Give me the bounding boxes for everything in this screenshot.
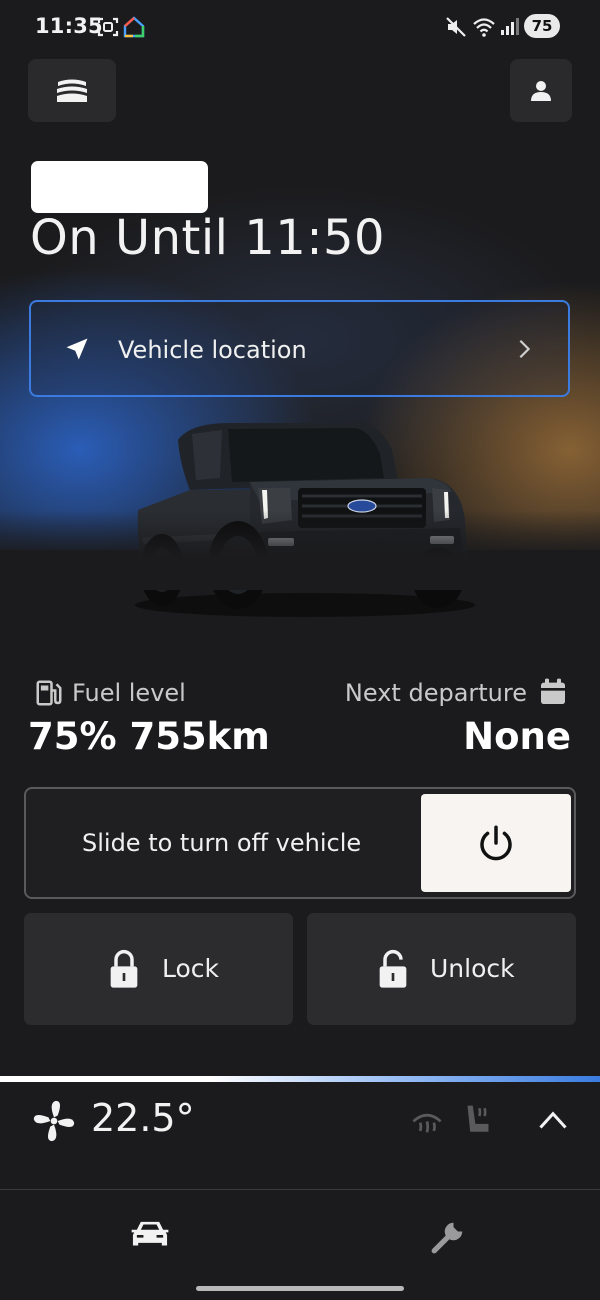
wifi-icon [473, 18, 495, 37]
defrost-icon[interactable] [410, 1105, 444, 1135]
wrench-icon [431, 1222, 463, 1254]
navigation-arrow-icon [66, 338, 88, 360]
next-departure-value: None [463, 715, 571, 758]
mute-icon [446, 17, 466, 37]
lock-icon [110, 950, 138, 988]
slide-to-turn-off[interactable]: Slide to turn off vehicle [24, 787, 576, 899]
climate-divider [0, 1076, 600, 1082]
fan-icon[interactable] [32, 1099, 76, 1143]
vehicle-status-headline: On Until 11:50 [30, 210, 386, 266]
lock-label: Lock [162, 954, 220, 983]
vehicle-location-label: Vehicle location [118, 336, 307, 364]
vehicle-menu-icon [57, 79, 87, 102]
lock-button[interactable]: Lock [24, 913, 293, 1025]
home-indicator [196, 1286, 404, 1291]
signal-icon [501, 18, 519, 35]
unlock-button[interactable]: Unlock [307, 913, 576, 1025]
nav-vehicle-tab[interactable] [110, 1200, 190, 1270]
vehicle-name-redacted [31, 161, 208, 213]
nav-service-tab[interactable] [410, 1200, 490, 1270]
screenshot-icon [97, 17, 119, 37]
fuel-pump-icon [36, 680, 62, 706]
cabin-temperature[interactable]: 22.5° [91, 1096, 195, 1140]
status-bar: 11:35 75 [0, 0, 600, 54]
slide-label: Slide to turn off vehicle [82, 829, 362, 857]
hero-fade [0, 510, 600, 590]
home-app-icon [123, 16, 145, 38]
chevron-right-icon [519, 339, 531, 359]
fuel-level-value: 75% 755km [28, 715, 270, 758]
status-time: 11:35 [35, 14, 103, 38]
chevron-up-icon[interactable] [538, 1110, 568, 1130]
vehicle-location-card[interactable]: Vehicle location [29, 300, 570, 397]
unlock-label: Unlock [430, 954, 515, 983]
unlock-icon [379, 950, 407, 988]
power-icon [480, 825, 512, 861]
fuel-level-label: Fuel level [72, 679, 186, 707]
person-icon [531, 80, 551, 101]
calendar-icon [541, 678, 565, 704]
battery-indicator: 75 [524, 14, 560, 38]
power-slider-handle[interactable] [421, 794, 571, 892]
bottom-divider [0, 1189, 600, 1190]
vehicle-menu-button[interactable] [28, 59, 116, 122]
car-icon [131, 1221, 169, 1246]
next-departure-label: Next departure [344, 679, 527, 707]
profile-button[interactable] [510, 59, 572, 122]
heated-seat-icon[interactable] [462, 1103, 494, 1137]
